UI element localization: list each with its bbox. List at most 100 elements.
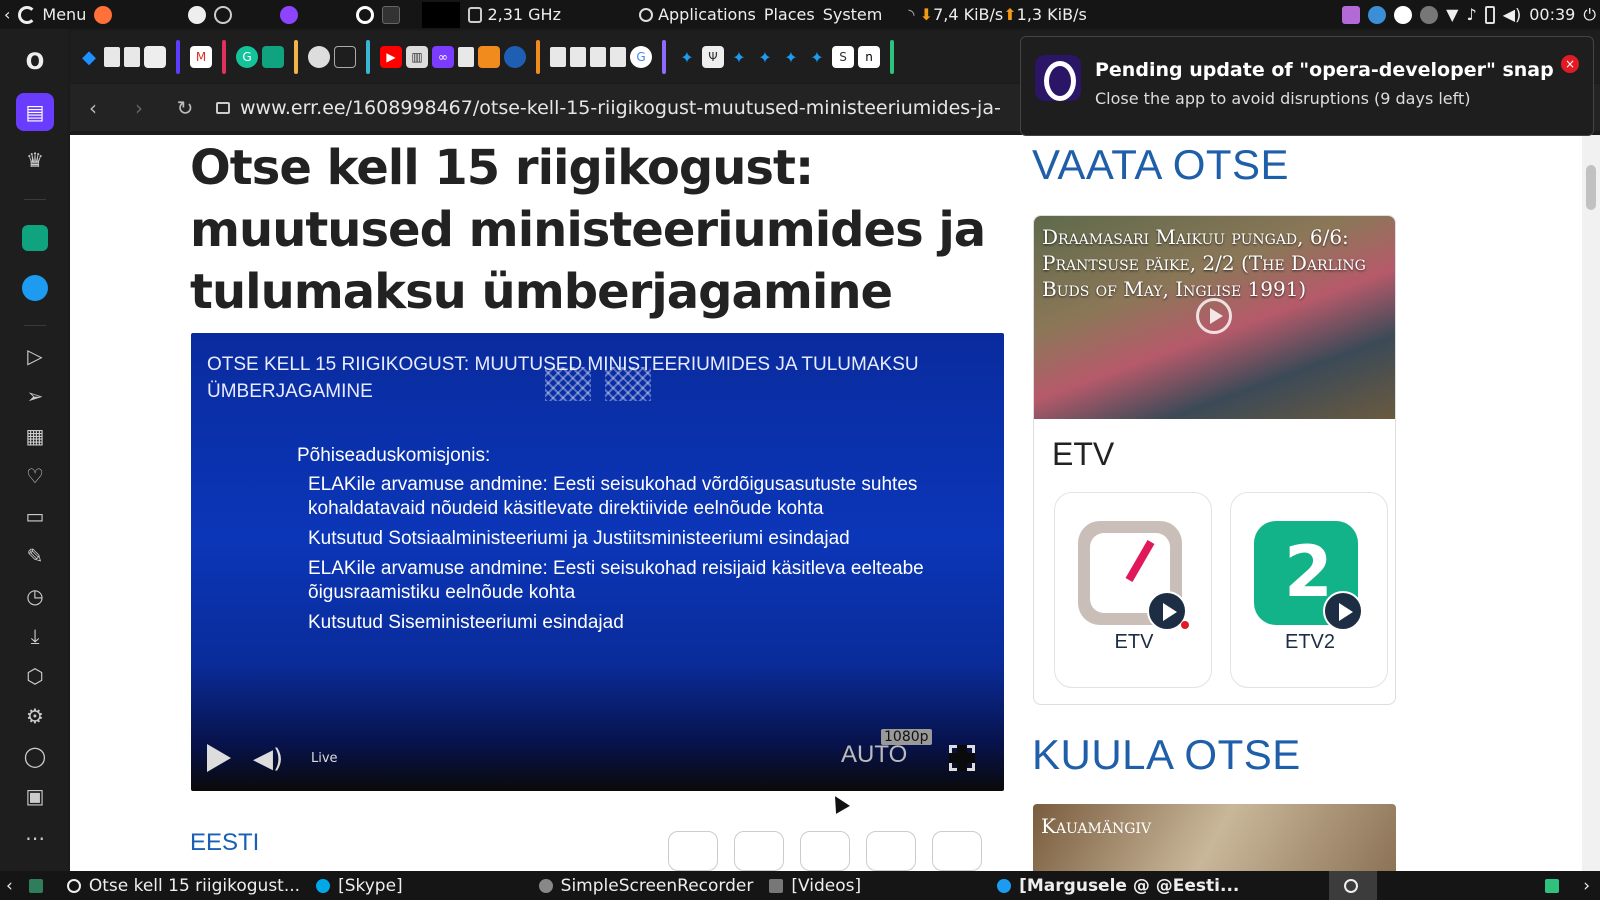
radio-card[interactable]: Kauamängiv: [1033, 804, 1396, 871]
tab-youtube[interactable]: ▶: [380, 46, 402, 68]
sidebar-more-button[interactable]: ⋯: [16, 819, 54, 857]
network-speed[interactable]: ◝ ⬇ 7,4 KiB/s ⬆ 1,3 KiB/s: [904, 0, 1090, 29]
tray-system-monitor[interactable]: [1338, 0, 1364, 29]
language-link[interactable]: EESTI: [190, 829, 259, 857]
tray-weather[interactable]: [1364, 0, 1390, 29]
tab-grammarly[interactable]: G: [236, 46, 258, 68]
notification-close-button[interactable]: ×: [1561, 55, 1579, 73]
channel-etv2[interactable]: 2 ETV2: [1230, 492, 1388, 688]
tab-globe[interactable]: [308, 46, 330, 68]
snap-update-notification[interactable]: Pending update of "opera-developer" snap…: [1020, 36, 1594, 136]
reload-button[interactable]: ↻: [162, 96, 208, 120]
taskbar-task[interactable]: [Margusele @ @Eesti...: [991, 871, 1249, 900]
podcast-launcher[interactable]: [276, 0, 302, 29]
tab-group-marker[interactable]: [366, 40, 370, 74]
fullscreen-icon[interactable]: [949, 745, 975, 771]
sidebar-tips-button[interactable]: ◯: [16, 737, 54, 775]
power-button[interactable]: ⏻: [1579, 0, 1600, 29]
tab-doc-2[interactable]: [124, 47, 140, 67]
tab-group-marker[interactable]: [222, 40, 226, 74]
tab-cube[interactable]: [334, 46, 356, 68]
tray-indicator[interactable]: [1416, 0, 1442, 29]
taskbar-task[interactable]: [Skype]: [310, 871, 413, 900]
terminal-launcher[interactable]: [378, 0, 404, 29]
sidebar-downloads-button[interactable]: ⤓: [16, 617, 54, 655]
tab-clock-app[interactable]: [144, 46, 166, 68]
tab-doc-7[interactable]: [610, 47, 626, 67]
tray-notifications[interactable]: ♪: [1462, 0, 1480, 29]
play-circle-icon[interactable]: [1196, 298, 1232, 334]
sidebar-reading-button[interactable]: ▤: [16, 93, 54, 131]
sidebar-speed-dial-button[interactable]: ▦: [16, 417, 54, 455]
panel-left-arrow[interactable]: ‹: [0, 0, 14, 29]
opera-launcher[interactable]: [352, 0, 378, 29]
forward-button[interactable]: ›: [116, 96, 162, 120]
tab-doc-3[interactable]: [458, 47, 474, 67]
play-icon[interactable]: [207, 744, 231, 772]
show-desktop-button[interactable]: [23, 871, 61, 900]
sidebar-bookmarks-button[interactable]: ♡: [16, 457, 54, 495]
trash-button[interactable]: [1539, 871, 1577, 900]
channel-etv[interactable]: ETV: [1054, 492, 1212, 688]
tab-google[interactable]: G: [630, 46, 652, 68]
scrollbar-thumb[interactable]: [1586, 165, 1596, 210]
sidebar-extensions-button[interactable]: ⬡: [16, 657, 54, 695]
quality-selector[interactable]: AUTO: [841, 741, 907, 769]
tab-group-marker[interactable]: [662, 40, 666, 74]
tray-wifi[interactable]: ▼: [1442, 0, 1462, 29]
tab-twitter-5[interactable]: ✦: [806, 46, 828, 68]
sidebar-chatgpt-button[interactable]: [16, 219, 54, 257]
back-button[interactable]: ‹: [70, 96, 116, 120]
app-launcher-a[interactable]: [184, 0, 210, 29]
clock[interactable]: 00:39: [1525, 0, 1579, 29]
share-twitter-button[interactable]: [800, 831, 850, 871]
tab-orange-app[interactable]: [478, 46, 500, 68]
taskbar-right-arrow[interactable]: ›: [1577, 871, 1600, 900]
tab-museum[interactable]: ▥: [406, 46, 428, 68]
tray-volume[interactable]: ◀): [1499, 0, 1526, 29]
tab-twitter-2[interactable]: ✦: [728, 46, 750, 68]
share-messenger-button[interactable]: [668, 831, 718, 871]
tab-chatgpt[interactable]: [262, 46, 284, 68]
taskbar-task[interactable]: SimpleScreenRecorder: [533, 871, 764, 900]
firefox-launcher[interactable]: [90, 0, 116, 29]
menu-button[interactable]: Menu: [14, 0, 90, 29]
sidebar-pinboard-button[interactable]: ✎: [16, 537, 54, 575]
tab-group-marker[interactable]: [294, 40, 298, 74]
tab-infinity[interactable]: ∞: [432, 46, 454, 68]
opera-menu-button[interactable]: O: [16, 43, 54, 81]
tab-twitter-4[interactable]: ✦: [780, 46, 802, 68]
share-email-button[interactable]: [866, 831, 916, 871]
tab-doc-5[interactable]: [570, 47, 586, 67]
settings-launcher[interactable]: [210, 0, 236, 29]
tab-harp[interactable]: Ψ: [702, 46, 724, 68]
workspace-switcher[interactable]: [1329, 871, 1378, 900]
places-menu[interactable]: Places: [760, 0, 819, 29]
applications-menu[interactable]: Applications: [635, 0, 760, 29]
tab-pinned[interactable]: ◆: [78, 46, 100, 68]
sidebar-crown-button[interactable]: ♛: [16, 141, 54, 179]
cpu-frequency[interactable]: 2,31 GHz: [464, 0, 565, 29]
sidebar-send-button[interactable]: ➢: [16, 377, 54, 415]
now-showing-thumbnail[interactable]: Draamasari Maikuu pungad, 6/6: Prantsuse…: [1034, 216, 1395, 419]
sidebar-settings-button[interactable]: ⚙: [16, 697, 54, 735]
page-scrollbar[interactable]: [1582, 135, 1600, 871]
sidebar-player-button[interactable]: ▷: [16, 337, 54, 375]
tab-twitter-3[interactable]: ✦: [754, 46, 776, 68]
tab-group-marker[interactable]: [890, 40, 894, 74]
tray-battery[interactable]: [1481, 0, 1499, 29]
tab-doc-6[interactable]: [590, 47, 606, 67]
tab-group-marker[interactable]: [536, 40, 540, 74]
taskbar-left-arrow[interactable]: ‹: [0, 871, 23, 900]
tray-skype[interactable]: [1390, 0, 1416, 29]
share-link-button[interactable]: [932, 831, 982, 871]
tab-doc-4[interactable]: [550, 47, 566, 67]
lock-icon[interactable]: [216, 101, 230, 114]
tab-blue-app[interactable]: [504, 46, 526, 68]
video-player[interactable]: Otse kell 15 riigikogust: muutused minis…: [191, 333, 1004, 791]
tab-doc-1[interactable]: [104, 47, 120, 67]
share-facebook-button[interactable]: [734, 831, 784, 871]
sidebar-snap-button[interactable]: ▣: [16, 777, 54, 815]
sidebar-history-button[interactable]: ◷: [16, 577, 54, 615]
taskbar-task[interactable]: Otse kell 15 riigikogust...: [61, 871, 310, 900]
